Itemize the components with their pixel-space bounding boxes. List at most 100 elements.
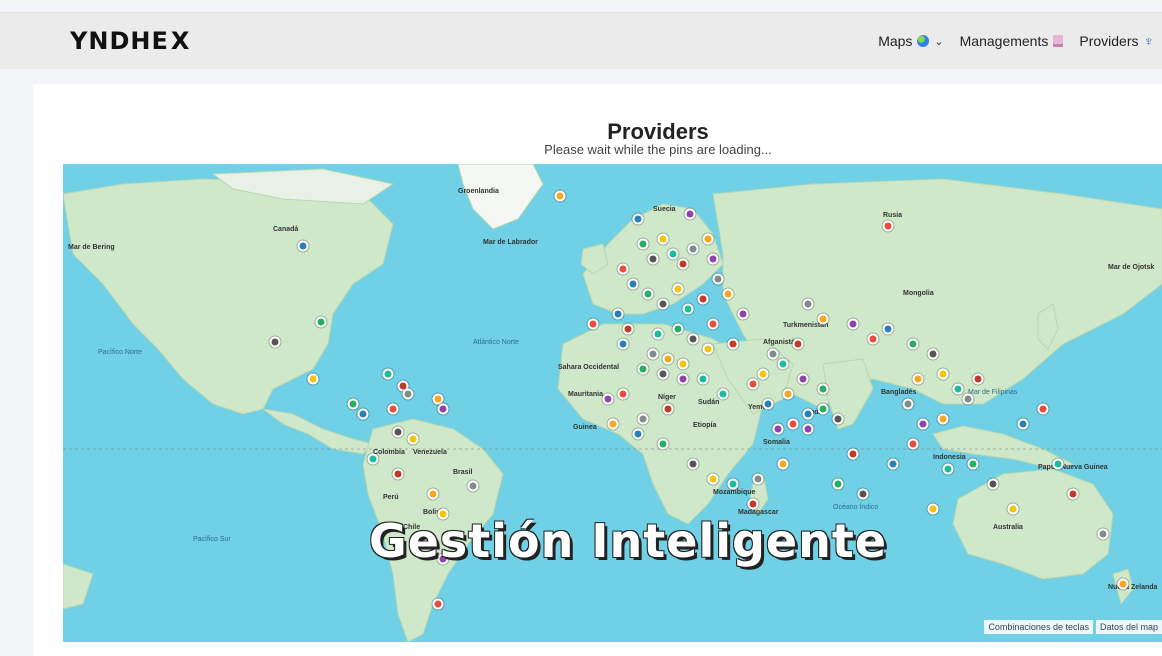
nav-providers[interactable]: Providers ♆ (1079, 33, 1154, 49)
map-pin[interactable] (392, 426, 404, 438)
map-pin[interactable] (357, 408, 369, 420)
map-pin[interactable] (1007, 503, 1019, 515)
map-pin[interactable] (407, 433, 419, 445)
map-pin[interactable] (907, 438, 919, 450)
map-pin[interactable] (657, 298, 669, 310)
map-pin[interactable] (432, 598, 444, 610)
map-pin[interactable] (752, 473, 764, 485)
map-pin[interactable] (747, 378, 759, 390)
map-pin[interactable] (817, 313, 829, 325)
map-pin[interactable] (727, 338, 739, 350)
map-pin[interactable] (269, 336, 281, 348)
map-pin[interactable] (887, 458, 899, 470)
keyboard-shortcuts-link[interactable]: Combinaciones de teclas (984, 620, 1093, 634)
map-pin[interactable] (757, 368, 769, 380)
map-pin[interactable] (972, 373, 984, 385)
map-pin[interactable] (632, 213, 644, 225)
map-pin[interactable] (722, 288, 734, 300)
map-pin[interactable] (387, 403, 399, 415)
map-pin[interactable] (867, 333, 879, 345)
map-pin[interactable] (602, 393, 614, 405)
map-pin[interactable] (427, 488, 439, 500)
map-pin[interactable] (662, 403, 674, 415)
world-map[interactable]: Canadá Groenlandia Rusia Mongolia Afganistán… (63, 164, 1162, 642)
map-pin[interactable] (767, 348, 779, 360)
map-pin[interactable] (802, 298, 814, 310)
map-pin[interactable] (717, 388, 729, 400)
map-pin[interactable] (927, 348, 939, 360)
map-pin[interactable] (637, 413, 649, 425)
map-pin[interactable] (642, 288, 654, 300)
map-pin[interactable] (554, 190, 566, 202)
map-pin[interactable] (802, 423, 814, 435)
map-pin[interactable] (667, 248, 679, 260)
map-pin[interactable] (467, 480, 479, 492)
map-pin[interactable] (627, 278, 639, 290)
map-pin[interactable] (847, 448, 859, 460)
map-pin[interactable] (697, 293, 709, 305)
map-pin[interactable] (672, 283, 684, 295)
map-pin[interactable] (707, 253, 719, 265)
map-pin[interactable] (927, 503, 939, 515)
map-pin[interactable] (677, 358, 689, 370)
map-pin[interactable] (617, 263, 629, 275)
map-pin[interactable] (637, 363, 649, 375)
map-data-link[interactable]: Datos del map (1095, 620, 1162, 634)
map-pin[interactable] (772, 423, 784, 435)
map-pin[interactable] (952, 383, 964, 395)
map-pin[interactable] (762, 398, 774, 410)
map-pin[interactable] (707, 318, 719, 330)
map-pin[interactable] (684, 208, 696, 220)
map-pin[interactable] (747, 498, 759, 510)
map-pin[interactable] (382, 368, 394, 380)
map-pin[interactable] (632, 428, 644, 440)
map-pin[interactable] (912, 373, 924, 385)
map-pin[interactable] (817, 403, 829, 415)
map-pin[interactable] (617, 338, 629, 350)
map-pin[interactable] (777, 358, 789, 370)
map-pin[interactable] (657, 368, 669, 380)
map-pin[interactable] (622, 323, 634, 335)
map-pin[interactable] (902, 398, 914, 410)
map-pin[interactable] (657, 438, 669, 450)
map-pin[interactable] (677, 373, 689, 385)
map-pin[interactable] (832, 478, 844, 490)
map-pin[interactable] (712, 273, 724, 285)
nav-maps[interactable]: Maps ⌄ (878, 33, 943, 49)
map-pin[interactable] (702, 343, 714, 355)
map-pin[interactable] (792, 338, 804, 350)
map-pin[interactable] (727, 478, 739, 490)
map-pin[interactable] (657, 233, 669, 245)
map-pin[interactable] (617, 388, 629, 400)
map-pin[interactable] (687, 333, 699, 345)
map-pin[interactable] (697, 373, 709, 385)
map-pin[interactable] (297, 240, 309, 252)
map-pin[interactable] (832, 413, 844, 425)
map-pin[interactable] (1037, 403, 1049, 415)
map-pin[interactable] (962, 393, 974, 405)
map-pin[interactable] (647, 253, 659, 265)
map-pin[interactable] (882, 323, 894, 335)
map-pin[interactable] (707, 473, 719, 485)
map-pin[interactable] (937, 413, 949, 425)
map-pin[interactable] (677, 258, 689, 270)
map-pin[interactable] (437, 403, 449, 415)
map-pin[interactable] (1117, 578, 1129, 590)
map-pin[interactable] (647, 348, 659, 360)
map-pin[interactable] (687, 458, 699, 470)
map-pin[interactable] (687, 243, 699, 255)
map-pin[interactable] (777, 458, 789, 470)
map-pin[interactable] (347, 398, 359, 410)
map-pin[interactable] (802, 408, 814, 420)
map-pin[interactable] (402, 388, 414, 400)
map-pin[interactable] (652, 328, 664, 340)
map-pin[interactable] (315, 316, 327, 328)
nav-managements[interactable]: Managements (960, 33, 1064, 49)
map-pin[interactable] (307, 373, 319, 385)
map-pin[interactable] (1097, 528, 1109, 540)
map-pin[interactable] (937, 368, 949, 380)
map-pin[interactable] (392, 468, 404, 480)
map-pin[interactable] (607, 418, 619, 430)
map-pin[interactable] (1067, 488, 1079, 500)
map-pin[interactable] (662, 353, 674, 365)
